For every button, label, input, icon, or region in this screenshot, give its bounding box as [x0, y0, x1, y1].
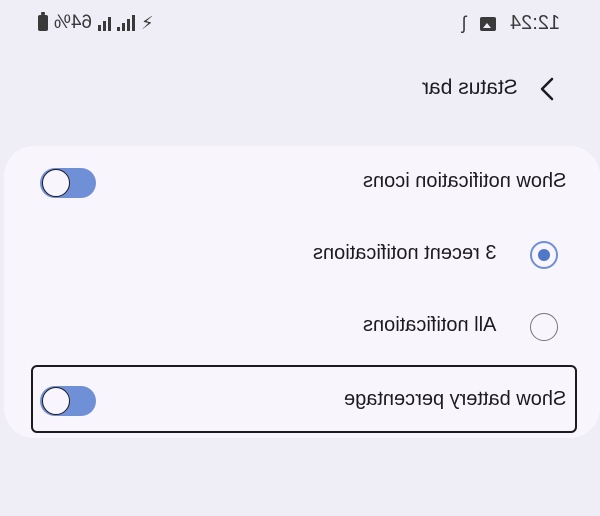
page-title: Status bar — [422, 76, 518, 99]
all-notifications-option[interactable]: All notifications — [4, 296, 600, 358]
settings-card: Show notification icons 3 recent notific… — [4, 146, 600, 438]
chevron-right-icon[interactable] — [534, 74, 562, 104]
show-notification-icons-label: Show notification icons — [362, 170, 566, 192]
status-bar: 64% ⚡ ʃ 12:24 — [0, 0, 600, 46]
notification-icon: ʃ — [461, 13, 466, 33]
status-icons-group: 64% ⚡ — [38, 12, 154, 34]
recent-notifications-label: 3 recent notifications — [312, 242, 496, 264]
all-notifications-radio[interactable] — [530, 313, 558, 341]
battery-icon — [38, 12, 48, 31]
show-notification-icons-toggle[interactable] — [40, 168, 96, 198]
all-notifications-label: All notifications — [362, 314, 496, 336]
gallery-icon — [479, 16, 496, 31]
show-notification-icons-row[interactable]: Show notification icons — [4, 152, 600, 214]
recent-notifications-option[interactable]: 3 recent notifications — [4, 224, 600, 286]
status-bar-settings-row[interactable]: Status bar — [0, 64, 600, 114]
signal-icon — [98, 15, 112, 31]
status-time: 12:24 — [509, 12, 560, 34]
recent-notifications-radio[interactable] — [530, 241, 558, 269]
toggle-knob — [42, 169, 70, 197]
focus-highlight — [31, 365, 577, 433]
battery-percentage: 64% — [54, 12, 93, 33]
status-time-group: ʃ 12:24 — [462, 12, 560, 35]
signal-icon-2 — [117, 15, 136, 31]
wifi-off-icon: ⚡ — [141, 12, 154, 33]
